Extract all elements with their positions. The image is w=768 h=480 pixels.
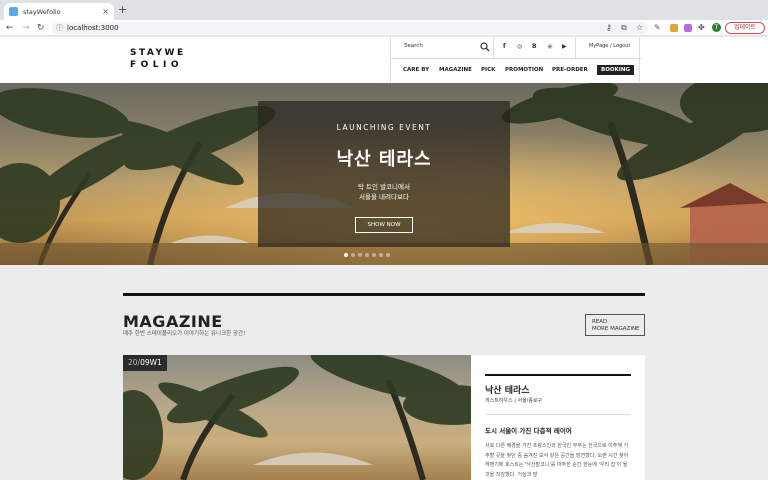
translate-icon[interactable]: ⧉: [621, 22, 627, 34]
slider-dot[interactable]: [386, 253, 390, 257]
menu-item-pre-order[interactable]: PRE-ORDER: [552, 67, 588, 73]
blog-icon[interactable]: B: [532, 43, 537, 50]
extension-icon[interactable]: ✎: [654, 22, 661, 34]
divider: [575, 37, 576, 59]
back-icon[interactable]: ←: [6, 22, 14, 34]
card-headline: 도시 서울이 가진 다층적 레이어: [485, 427, 572, 435]
logo-line-1: STAYWE: [130, 48, 186, 58]
read-more-line-2: MORE MAGAZINE: [592, 325, 640, 332]
magazine-card: 낙산 테라스 게스트하우스 | 서울/종로구 도시 서울이 가진 다층적 레이어…: [471, 355, 645, 480]
site-logo[interactable]: STAYWE FOLIO: [130, 47, 186, 71]
card-divider: [485, 414, 631, 415]
magazine-feature-image[interactable]: 20/09W1: [123, 355, 471, 480]
search-icon[interactable]: [480, 42, 490, 52]
new-tab-button[interactable]: +: [118, 3, 127, 17]
card-meta: 게스트하우스 | 서울/종로구: [485, 398, 543, 404]
slider-dot[interactable]: [372, 253, 376, 257]
magazine-image-scene: [123, 355, 471, 480]
site-favicon-icon: [9, 7, 18, 16]
slider-dot[interactable]: [351, 253, 355, 257]
bookmark-star-icon[interactable]: ☆: [636, 22, 643, 34]
account-links[interactable]: MyPage / Logout: [589, 43, 630, 49]
menu-item-booking[interactable]: BOOKING: [597, 65, 634, 75]
divider: [493, 37, 494, 59]
issue-badge: 20/09W1: [123, 355, 167, 371]
issue-week: 09W1: [140, 358, 162, 367]
card-top-rule: [485, 374, 631, 376]
menu-item-promotion[interactable]: PROMOTION: [505, 67, 543, 73]
hero-subtitle-line-2: 서울을 내려다보다: [359, 193, 409, 201]
tab-close-icon[interactable]: ×: [102, 7, 109, 16]
reload-icon[interactable]: ↻: [37, 22, 45, 34]
slider-dot[interactable]: [365, 253, 369, 257]
browser-tab-bar: stayWefolio × +: [0, 0, 768, 20]
hero-kicker: LAUNCHING EVENT: [336, 123, 432, 132]
menu-item-care-by[interactable]: CARE BY: [403, 67, 429, 73]
facebook-icon[interactable]: f: [503, 43, 506, 50]
issue-year: 20/: [128, 358, 141, 367]
slider-dot[interactable]: [344, 253, 348, 257]
hero-panel: LAUNCHING EVENT 낙산 테라스 탁 트인 발코니에서 서울을 내려…: [258, 101, 510, 247]
update-button[interactable]: 업데이트: [725, 22, 765, 34]
magazine-subtitle: 매주 한번 스테이폴리오가 이야기하는 유니크한 공간!: [123, 331, 246, 337]
hero-title: 낙산 테라스: [336, 149, 432, 170]
search-input[interactable]: Search: [404, 43, 423, 49]
pinterest-icon[interactable]: ✳: [547, 43, 553, 51]
card-title[interactable]: 낙산 테라스: [485, 383, 530, 396]
forward-icon[interactable]: →: [22, 22, 30, 34]
profile-avatar[interactable]: T: [712, 23, 721, 32]
extension-purple-icon[interactable]: [684, 24, 692, 32]
slider-pagination: [344, 253, 390, 257]
youtube-icon[interactable]: ▶: [562, 43, 567, 50]
extension-color-icon[interactable]: [670, 24, 678, 32]
header-utility-row: Search f ◎ B ✳ ▶ MyPage / Logout: [391, 37, 641, 59]
hero-subtitle-line-1: 탁 트인 발코니에서: [358, 183, 410, 191]
read-more-magazine-button[interactable]: READ MORE MAGAZINE: [585, 314, 645, 336]
site-info-icon[interactable]: ⓘ: [56, 23, 63, 33]
tab-title: stayWefolio: [23, 7, 61, 16]
browser-tab[interactable]: stayWefolio ×: [4, 3, 114, 20]
menu-item-magazine[interactable]: MAGAZINE: [439, 67, 472, 73]
address-url: localhost:3000: [67, 24, 119, 32]
key-icon[interactable]: ⚷: [606, 22, 612, 34]
show-now-button[interactable]: SHOW NOW: [355, 217, 413, 233]
section-divider: [123, 293, 645, 296]
header-nav-box: Search f ◎ B ✳ ▶ MyPage / Logout CARE BY…: [390, 37, 641, 83]
hero-banner: LAUNCHING EVENT 낙산 테라스 탁 트인 발코니에서 서울을 내려…: [0, 83, 768, 265]
slider-dot[interactable]: [379, 253, 383, 257]
logo-line-2: FOLIO: [130, 60, 184, 70]
instagram-icon[interactable]: ◎: [517, 43, 522, 50]
site-header: STAYWE FOLIO Search f ◎ B ✳ ▶ MyPage / L…: [0, 37, 768, 83]
main-menu: CARE BY MAGAZINE PICK PROMOTION PRE-ORDE…: [391, 60, 641, 83]
card-body-text: 서로 다른 배경을 가진 프랑스인과 한국인 부부는 한국으로 이주해 거주할 …: [485, 443, 629, 478]
browser-toolbar: ← → ↻ ⓘ localhost:3000 ⚷ ⧉ ☆ ✎ ✤ T 업데이트: [0, 20, 768, 36]
puzzle-icon[interactable]: ✤: [698, 22, 705, 34]
slider-dot[interactable]: [358, 253, 362, 257]
address-bar[interactable]: ⓘ localhost:3000: [52, 22, 648, 34]
menu-item-pick[interactable]: PICK: [481, 67, 495, 73]
